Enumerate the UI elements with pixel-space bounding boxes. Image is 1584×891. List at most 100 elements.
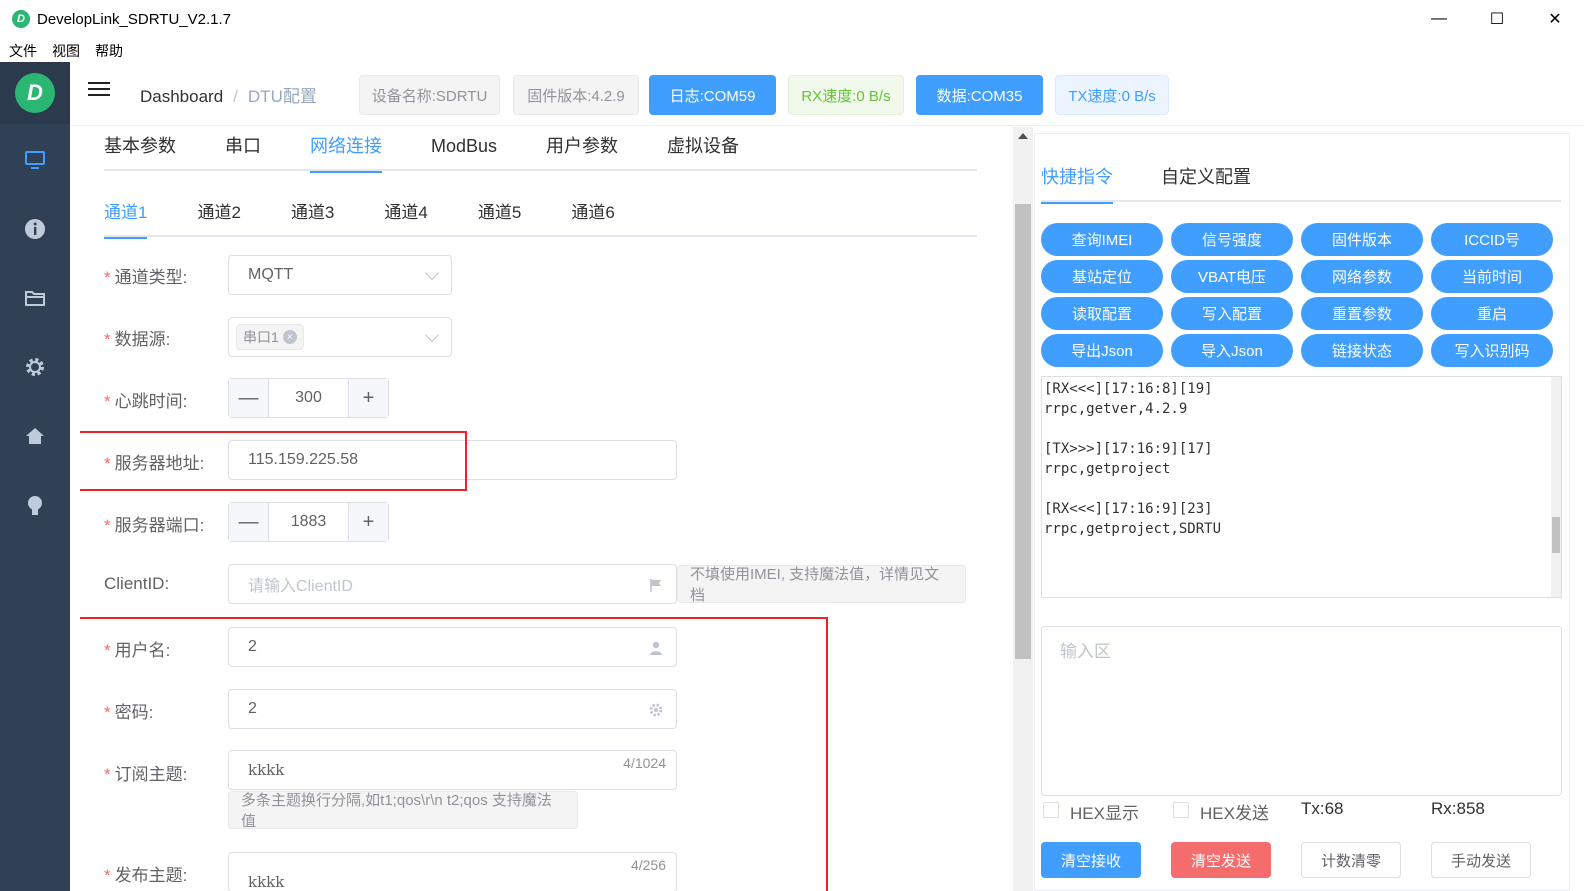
port-increase-button[interactable]: + [348,503,388,541]
network-params-button[interactable]: 网络参数 [1301,260,1423,293]
tab-custom-config[interactable]: 自定义配置 [1161,158,1251,202]
iccid-button[interactable]: ICCID号 [1431,223,1553,256]
data-port-button[interactable]: 数据:COM35 [916,75,1043,115]
read-config-button[interactable]: 读取配置 [1041,297,1163,330]
password-label: * 密码: [104,703,154,722]
minimize-button[interactable]: — [1410,0,1468,38]
publish-topic-textarea[interactable]: kkkk 4/256 [228,852,677,891]
tab-channel-5[interactable]: 通道5 [478,193,521,237]
log-line: [TX>>>][17:16:9][17] [1044,441,1213,457]
username-input[interactable]: 2 [228,627,677,667]
required-mark: * [104,268,111,287]
home-icon[interactable] [0,416,70,456]
tab-user-params[interactable]: 用户参数 [546,127,618,171]
menu-view[interactable]: 视图 [52,41,80,61]
monitor-icon[interactable] [0,140,70,180]
gear-icon [649,703,663,717]
heartbeat-decrease-button[interactable]: — [229,379,269,417]
close-button[interactable]: ✕ [1526,0,1584,38]
tab-channel-6[interactable]: 通道6 [571,193,614,237]
tab-virtual-device[interactable]: 虚拟设备 [667,127,739,171]
tab-channel-2[interactable]: 通道2 [197,193,240,237]
channel-type-select[interactable]: MQTT [228,255,452,295]
log-line: [RX<<<][17:16:9][23] [1044,501,1213,517]
device-name-badge: 设备名称:SDRTU [359,75,500,115]
data-source-select[interactable]: 串口1 × [228,317,452,357]
password-input[interactable]: 2 [228,689,677,729]
subscribe-topic-textarea[interactable]: kkkk 4/1024 [228,750,677,790]
heartbeat-stepper[interactable]: — 300 + [228,378,389,418]
subscribe-topic-label: * 订阅主题: [104,765,188,784]
reset-count-button[interactable]: 计数清零 [1301,842,1401,878]
required-mark: * [104,641,111,660]
current-time-button[interactable]: 当前时间 [1431,260,1553,293]
server-port-stepper[interactable]: — 1883 + [228,502,389,542]
breadcrumb-current: DTU配置 [247,87,317,106]
client-id-input[interactable]: 请输入ClientID [228,564,677,604]
reset-params-button[interactable]: 重置参数 [1301,297,1423,330]
scroll-thumb[interactable] [1015,204,1031,659]
cell-location-button[interactable]: 基站定位 [1041,260,1163,293]
tab-network[interactable]: 网络连接 [310,127,382,173]
heartbeat-increase-button[interactable]: + [348,379,388,417]
scroll-up-arrow[interactable] [1018,133,1028,139]
breadcrumb-root[interactable]: Dashboard [140,87,223,106]
query-imei-button[interactable]: 查询IMEI [1041,223,1163,256]
tab-channel-4[interactable]: 通道4 [384,193,427,237]
required-mark: * [104,866,111,885]
maximize-button[interactable]: ☐ [1468,0,1526,38]
receive-log[interactable]: [RX<<<][17:16:8][19] rrpc,getver,4.2.9 [T… [1041,376,1562,598]
clear-send-button[interactable]: 清空发送 [1171,842,1271,878]
menu-help[interactable]: 帮助 [95,41,123,61]
heartbeat-value[interactable]: 300 [269,379,348,417]
write-config-button[interactable]: 写入配置 [1171,297,1293,330]
hex-display-checkbox[interactable] [1043,802,1059,818]
signal-strength-button[interactable]: 信号强度 [1171,223,1293,256]
config-scrollbar[interactable] [1013,127,1033,891]
log-port-button[interactable]: 日志:COM59 [649,75,776,115]
write-id-code-button[interactable]: 写入识别码 [1431,334,1553,367]
tab-quick-commands[interactable]: 快捷指令 [1041,158,1113,204]
tag-close-icon[interactable]: × [282,330,297,344]
title-bar: D DevelopLink_SDRTU_V2.1.7 — ☐ ✕ [0,0,1584,38]
lightbulb-icon[interactable] [0,486,70,526]
window-title: DevelopLink_SDRTU_V2.1.7 [37,10,231,28]
export-json-button[interactable]: 导出Json [1041,334,1163,367]
required-mark: * [104,765,111,784]
hamburger-icon[interactable] [88,82,110,100]
app-logo: D [12,10,30,28]
import-json-button[interactable]: 导入Json [1171,334,1293,367]
reboot-button[interactable]: 重启 [1431,297,1553,330]
server-port-value[interactable]: 1883 [269,503,348,541]
clear-receive-button[interactable]: 清空接收 [1041,842,1141,878]
hex-display-label[interactable]: HEX显示 [1070,799,1139,824]
tab-modbus[interactable]: ModBus [431,127,497,171]
info-icon[interactable] [0,209,70,249]
sidebar: D [0,62,70,891]
required-mark: * [104,330,111,349]
port-decrease-button[interactable]: — [229,503,269,541]
gear-icon[interactable] [0,347,70,387]
log-scroll-thumb[interactable] [1552,517,1560,553]
breadcrumb-separator: / [233,87,238,106]
tab-channel-3[interactable]: 通道3 [291,193,334,237]
menu-file[interactable]: 文件 [9,41,37,61]
log-scrollbar[interactable] [1551,377,1561,597]
folder-icon[interactable] [0,278,70,318]
rx-speed-badge: RX速度:0 B/s [788,75,904,115]
tab-channel-1[interactable]: 通道1 [104,193,148,239]
publish-char-counter: 4/256 [630,857,666,873]
tab-basic-params[interactable]: 基本参数 [104,127,176,171]
vbat-voltage-button[interactable]: VBAT电压 [1171,260,1293,293]
required-mark: * [104,516,111,535]
hex-send-label[interactable]: HEX发送 [1200,799,1269,824]
data-source-tag: 串口1 × [236,324,304,350]
heartbeat-label: * 心跳时间: [104,392,188,411]
manual-send-button[interactable]: 手动发送 [1431,842,1531,878]
firmware-version-button[interactable]: 固件版本 [1301,223,1423,256]
tab-serial[interactable]: 串口 [225,127,261,171]
hex-send-checkbox[interactable] [1173,802,1189,818]
send-input-area[interactable]: 输入区 [1041,626,1562,796]
data-source-label: * 数据源: [104,330,171,349]
link-status-button[interactable]: 链接状态 [1301,334,1423,367]
